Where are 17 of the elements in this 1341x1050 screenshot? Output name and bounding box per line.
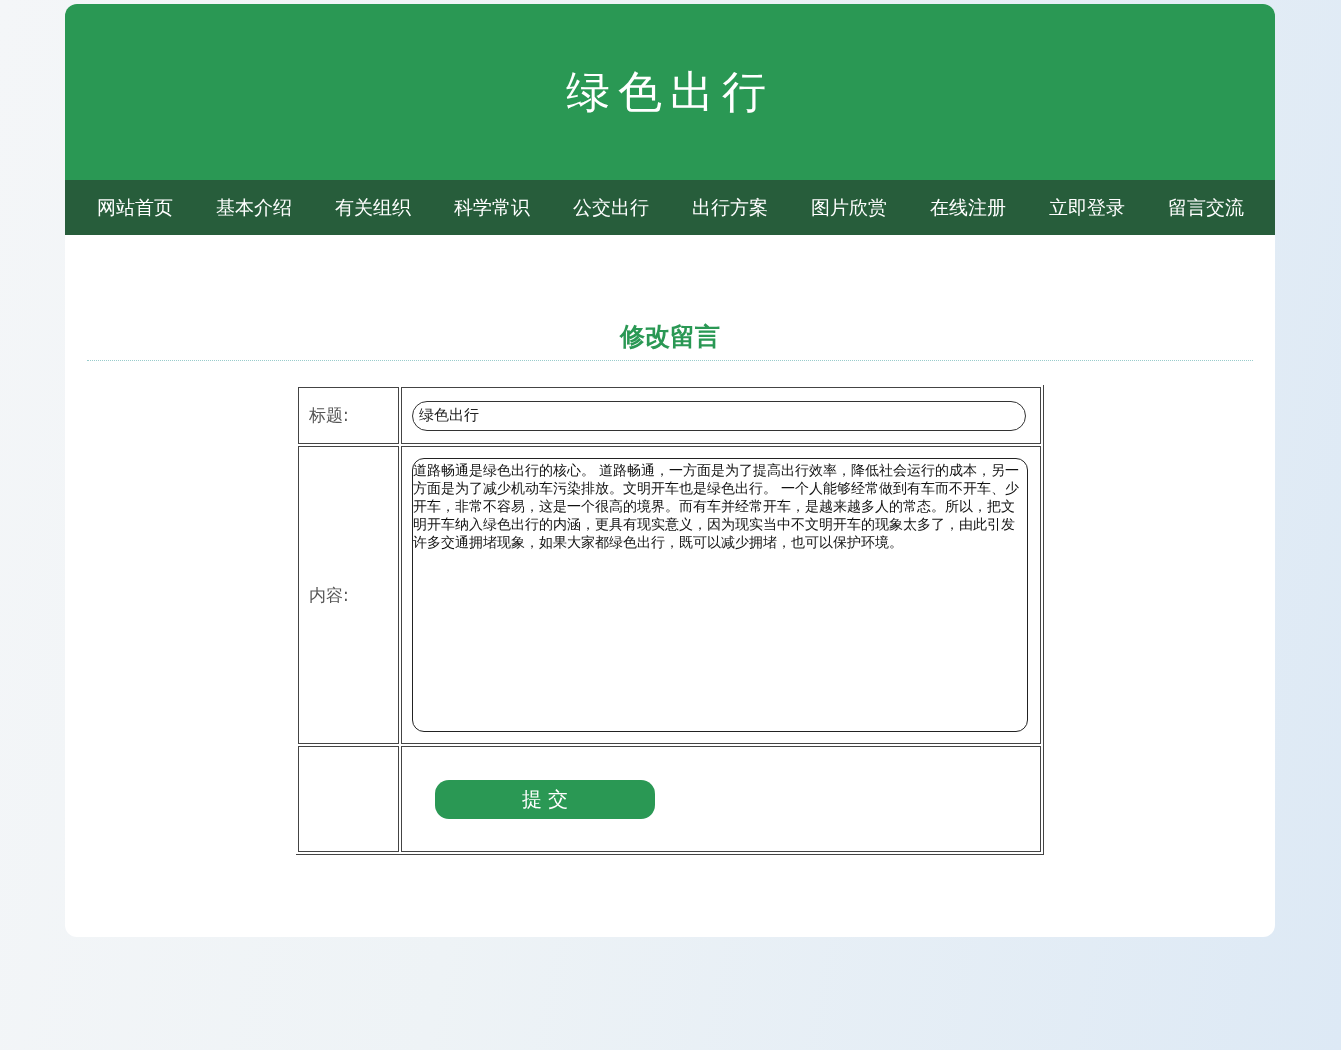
content-label: 内容:	[309, 584, 349, 605]
nav-link[interactable]: 有关组织	[334, 194, 411, 221]
nav-link[interactable]: 公交出行	[572, 194, 649, 221]
nav-link[interactable]: 科学常识	[453, 194, 530, 221]
title-label: 标题:	[309, 405, 349, 425]
content-textarea[interactable]: 道路畅通是绿色出行的核心。 道路畅通，一方面是为了提高出行效率，降低社会运行的成本，另一方面是为了减少机动车污染排放。文明开车也是绿色出行。 一个人能够经常做到有车而不开车、少开车，非常不容易，这是一个很高的境界。而有车并经常开车，是越来越多人的常态。所以，把文明开车纳入绿色出行的内涵，更具有现实意义，因为现实当中不文明开车的现象太多了，由此引发许多交通拥堵现象，如果大家都绿色出行，既可以减少拥堵，也可以保护环境。	[412, 458, 1028, 732]
nav-link[interactable]: 图片欣赏	[810, 194, 887, 221]
nav-link[interactable]: 立即登录	[1048, 194, 1125, 221]
nav-link[interactable]: 在线注册	[929, 194, 1006, 221]
title-input[interactable]: 绿色出行	[412, 400, 1026, 431]
page-title: 修改留言	[618, 321, 721, 353]
site-title: 绿色出行	[566, 64, 774, 119]
nav-link[interactable]: 出行方案	[691, 194, 768, 221]
nav-link[interactable]: 基本介绍	[215, 194, 292, 221]
nav-link[interactable]: 网站首页	[96, 194, 173, 221]
nav-link[interactable]: 留言交流	[1167, 194, 1244, 221]
submit-button[interactable]: 提 交	[435, 779, 655, 819]
